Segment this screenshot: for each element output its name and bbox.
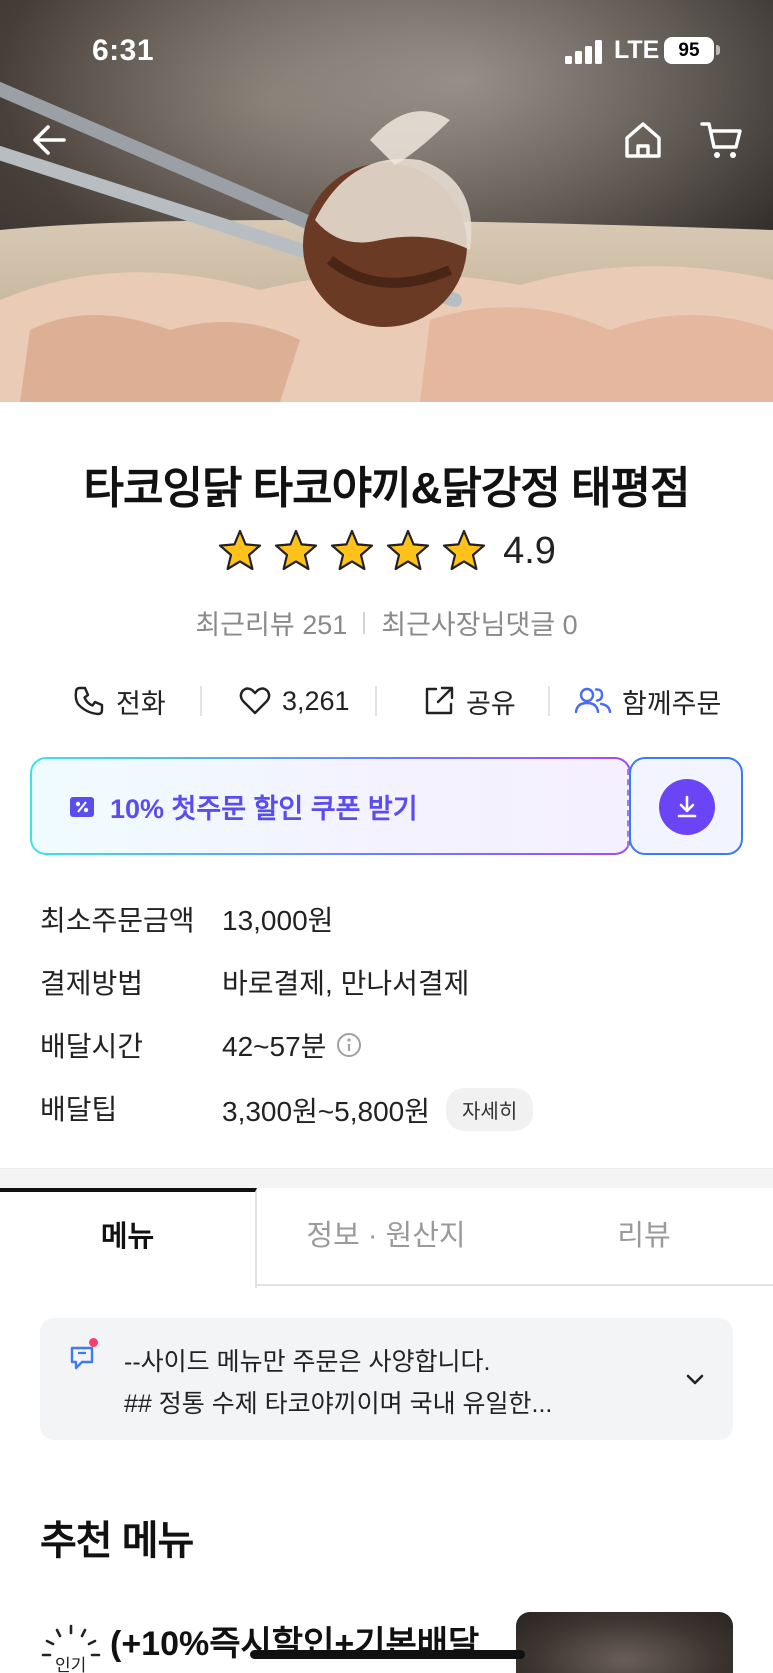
section-divider — [0, 1168, 773, 1188]
divider — [200, 686, 202, 716]
call-button[interactable]: 전화 — [72, 682, 166, 721]
info-key: 배달팁 — [40, 1094, 118, 1125]
back-arrow-icon[interactable] — [26, 116, 74, 164]
group-users-icon — [574, 687, 612, 714]
phone-icon — [74, 686, 104, 716]
star-icon — [442, 529, 486, 571]
info-row-payment: 결제방법 바로결제, 만나서결제 — [40, 958, 740, 1021]
divider — [548, 686, 550, 716]
info-value: 바로결제, 만나서결제 — [222, 968, 470, 999]
status-time: 6:31 — [92, 34, 155, 67]
signal-icon — [565, 40, 602, 64]
like-count: 3,261 — [282, 685, 350, 716]
store-info: 최소주문금액 13,000원 결제방법 바로결제, 만나서결제 배달시간 42~… — [40, 895, 740, 1147]
coupon-label: 10% 첫주문 할인 쿠폰 받기 — [110, 794, 418, 824]
coupon-banner[interactable]: 10% 첫주문 할인 쿠폰 받기 — [30, 757, 631, 855]
info-circle-icon[interactable] — [336, 1032, 362, 1058]
store-action-bar: 전화 3,261 공유 함께주문 — [50, 678, 730, 724]
group-order-button[interactable]: 함께주문 — [574, 682, 721, 721]
cart-icon[interactable] — [698, 116, 746, 164]
download-icon — [677, 795, 697, 818]
star-icon — [386, 529, 430, 571]
store-name: 타코잉닭 타코야끼&닭강정 태평점 — [83, 464, 691, 513]
menu-item-thumbnail[interactable] — [516, 1612, 733, 1673]
heart-icon — [239, 687, 271, 715]
popular-badge-label: 인기 — [55, 1656, 87, 1673]
rating-row: 4.9 — [0, 528, 773, 574]
owner-notice[interactable]: --사이드 메뉴만 주문은 사양합니다. ## 정통 수제 타코야끼이며 국내 … — [40, 1318, 733, 1440]
store-hero-image: 6:31 LTE 95 — [0, 0, 773, 402]
divider — [363, 611, 366, 634]
owner-replies-link[interactable]: 최근사장님댓글 0 — [381, 603, 577, 642]
coupon-download-button[interactable] — [627, 757, 743, 855]
tab-review[interactable]: 리뷰 — [515, 1188, 773, 1286]
info-value: 3,300원~5,800원 — [222, 1095, 431, 1127]
star-icon — [330, 529, 374, 571]
info-row-min-order: 최소주문금액 13,000원 — [40, 895, 740, 958]
share-icon — [425, 686, 454, 715]
review-summary: 최근리뷰 251 최근사장님댓글 0 — [0, 603, 773, 642]
divider — [375, 686, 377, 716]
notice-line-1: --사이드 메뉴만 주문은 사양합니다. — [124, 1348, 491, 1376]
home-icon[interactable] — [619, 116, 667, 164]
tab-info-origin[interactable]: 정보 · 원산지 — [257, 1188, 515, 1286]
coupon-percent-icon — [70, 797, 94, 817]
rating-value: 4.9 — [503, 529, 556, 572]
recent-reviews-link[interactable]: 최근리뷰 251 — [195, 603, 347, 642]
download-circle — [659, 779, 715, 835]
share-label: 공유 — [466, 688, 516, 719]
battery-icon: 95 — [664, 37, 714, 64]
group-order-label: 함께주문 — [622, 688, 722, 719]
chevron-down-icon[interactable] — [680, 1364, 710, 1394]
battery-tip — [716, 45, 720, 55]
delivery-tip-detail-button[interactable]: 자세히 — [446, 1088, 534, 1131]
notice-icon — [70, 1346, 94, 1370]
info-value: 13,000원 — [222, 905, 334, 936]
home-indicator — [250, 1650, 525, 1659]
info-value: 42~57분 — [222, 1031, 327, 1062]
store-tabs: 메뉴 정보 · 원산지 리뷰 — [0, 1188, 773, 1288]
call-label: 전화 — [116, 688, 166, 719]
network-label: LTE — [614, 36, 660, 64]
info-key: 최소주문금액 — [40, 905, 195, 936]
status-bar: 6:31 LTE 95 — [0, 0, 773, 100]
tab-menu[interactable]: 메뉴 — [0, 1188, 257, 1288]
like-button[interactable]: 3,261 — [238, 684, 350, 718]
notice-new-dot — [89, 1338, 98, 1347]
info-row-delivery-time: 배달시간 42~57분 — [40, 1021, 740, 1084]
recommended-menu-title: 추천 메뉴 — [40, 1519, 194, 1563]
star-icon — [218, 529, 262, 571]
star-icon — [274, 529, 318, 571]
notice-line-2: ## 정통 수제 타코야끼이며 국내 유일한... — [124, 1390, 553, 1418]
info-key: 결제방법 — [40, 968, 144, 999]
info-row-delivery-tip: 배달팁 3,300원~5,800원 자세히 — [40, 1084, 740, 1147]
info-key: 배달시간 — [40, 1031, 144, 1062]
share-button[interactable]: 공유 — [422, 682, 516, 721]
